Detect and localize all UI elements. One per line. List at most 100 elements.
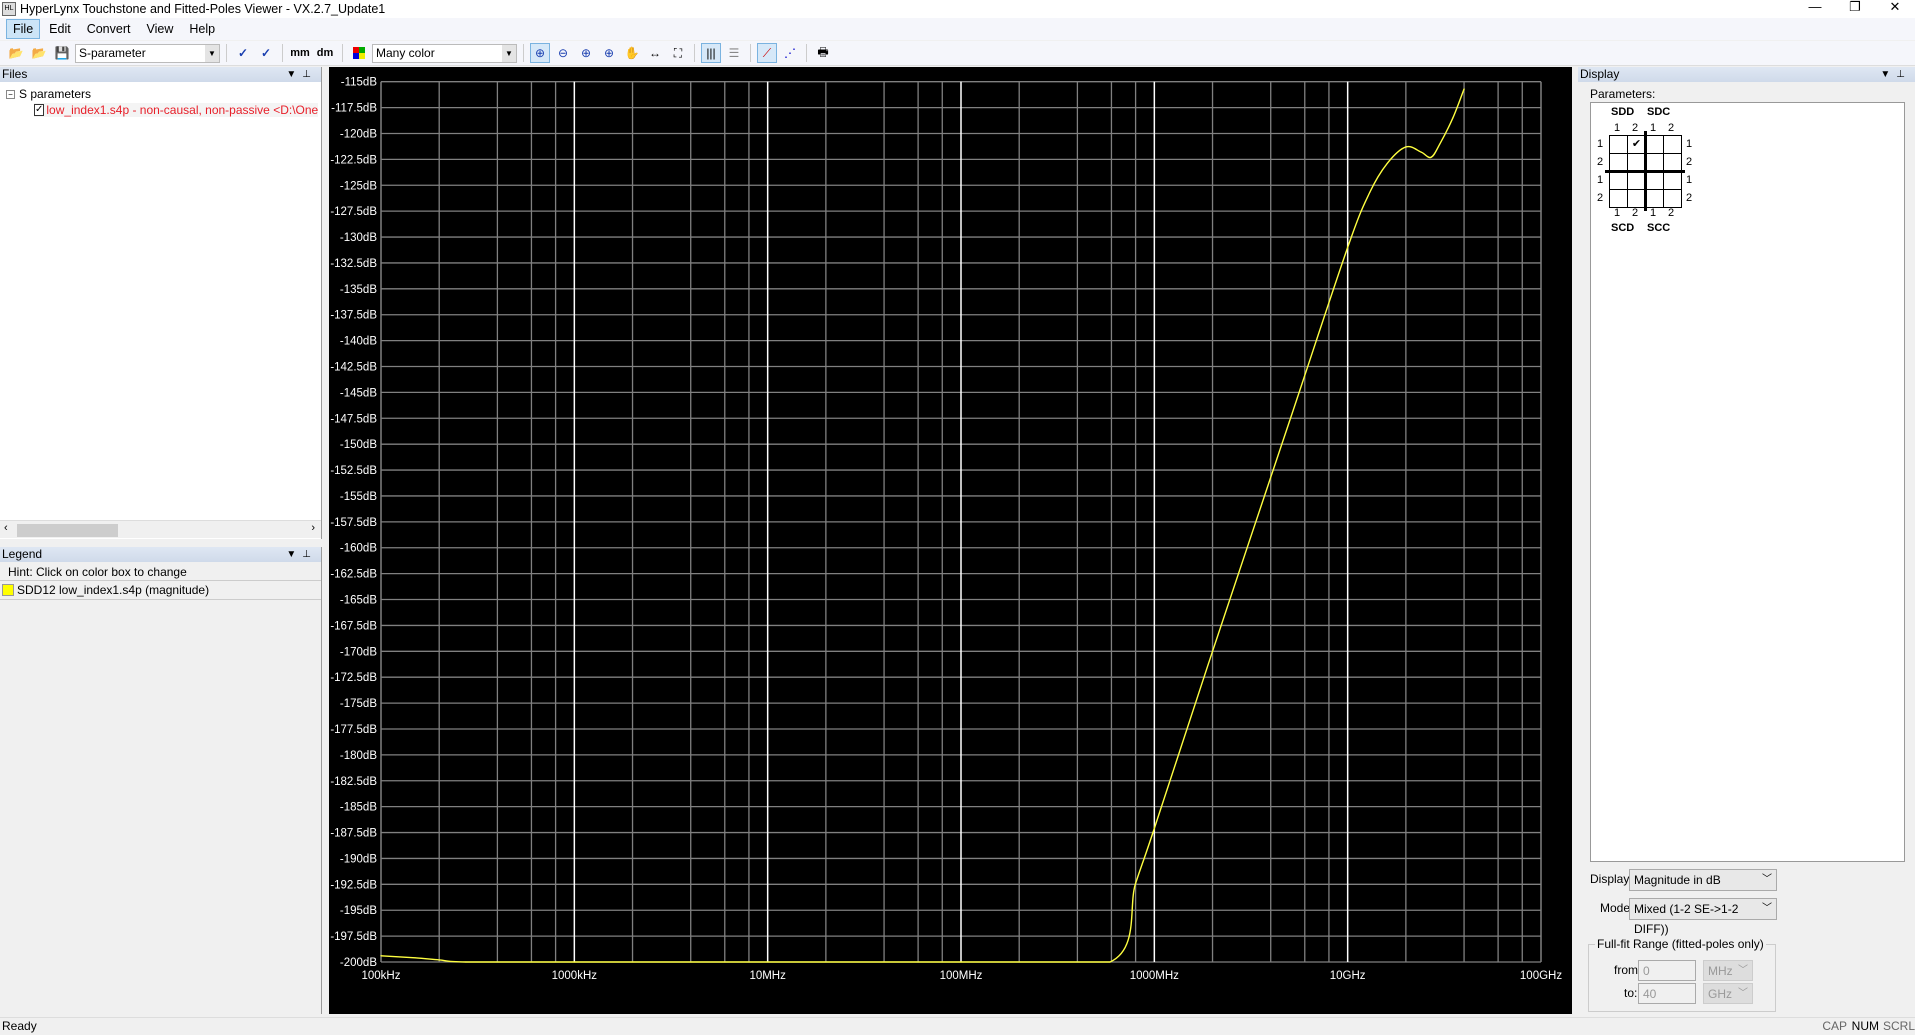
to-unit-select[interactable]: GHz ﹀ — [1703, 983, 1753, 1004]
mm-button[interactable]: mm — [289, 43, 311, 63]
minimize-button[interactable]: — — [1795, 0, 1835, 18]
zoom-in-icon[interactable]: ⊕ — [530, 43, 550, 63]
app-icon: HL — [2, 2, 16, 16]
menu-file[interactable]: File — [6, 19, 41, 39]
y-tick-label: -197.5dB — [330, 931, 377, 943]
num-indicator: NUM — [1851, 1019, 1879, 1033]
y-tick-label: -145dB — [340, 387, 377, 399]
files-title: Files — [2, 67, 28, 81]
x-tick-label: 1000kHz — [552, 970, 598, 982]
toolbar: 📂 📂 💾 S-parameter ▼ ✓ ✓ mm dm Many color ▼… — [0, 41, 1915, 66]
panel-menu-pin-icon[interactable]: ▼⊥ — [1880, 67, 1911, 82]
horizontal-scrollbar[interactable]: ‹ › — [0, 520, 321, 538]
menu-view[interactable]: View — [139, 19, 180, 39]
data-point — [438, 959, 440, 961]
print-icon[interactable]: 🖶 — [813, 43, 833, 63]
menu-help[interactable]: Help — [182, 19, 222, 39]
scrollbar-thumb[interactable] — [17, 524, 118, 537]
menu-convert[interactable]: Convert — [80, 19, 138, 39]
separator — [694, 44, 695, 62]
data-point — [1153, 827, 1155, 830]
port-row-label: 2 — [1597, 156, 1604, 168]
close-button[interactable]: ✕ — [1875, 0, 1915, 18]
to-unit-value: GHz — [1708, 987, 1732, 1001]
y-tick-label: -192.5dB — [330, 879, 377, 891]
chart-area[interactable]: -115dB -117.5dB -120dB -122.5dB -125dB -127.5… — [329, 67, 1572, 1014]
fit-horizontal-icon[interactable]: ↔ — [645, 43, 665, 63]
x-tick-label: 100kHz — [362, 970, 401, 982]
y-tick-label: -122.5dB — [330, 154, 377, 166]
from-input[interactable]: 0 — [1638, 960, 1696, 981]
legend-header: Legend ▼⊥ — [0, 547, 321, 562]
pan-hand-icon[interactable]: ✋ — [622, 43, 642, 63]
data-point — [414, 957, 416, 959]
y-tick-label: -132.5dB — [330, 258, 377, 270]
parameter-cell[interactable] — [1609, 135, 1628, 154]
collapse-icon[interactable]: − — [6, 89, 15, 99]
restore-button[interactable]: ❐ — [1835, 0, 1875, 18]
point-plot-icon[interactable]: ⋰ — [780, 43, 800, 63]
save-icon[interactable]: 💾 — [52, 43, 72, 63]
port-col-label: 1 — [1614, 122, 1621, 134]
parameter-cell[interactable] — [1609, 189, 1628, 208]
file-checkbox[interactable]: ✓ — [34, 104, 45, 116]
y-tick-label: -157.5dB — [330, 517, 377, 529]
parameter-cell[interactable] — [1645, 189, 1664, 208]
mode-select[interactable]: Mixed (1-2 SE->1-2 DIFF)) ﹀ — [1629, 898, 1777, 936]
plot-svg[interactable]: -115dB -117.5dB -120dB -122.5dB -125dB -127.5… — [329, 67, 1572, 1014]
y-tick-label: -172.5dB — [330, 672, 377, 684]
scrl-indicator: SCRL — [1882, 1019, 1915, 1033]
y-tick-label: -187.5dB — [330, 828, 377, 840]
parameter-cell[interactable] — [1609, 171, 1628, 190]
port-col-label: 2 — [1668, 122, 1675, 134]
display-select[interactable]: Magnitude in dB ﹀ — [1629, 869, 1777, 891]
parameter-cell[interactable] — [1663, 135, 1682, 154]
check-causality-icon[interactable]: ✓ — [256, 43, 276, 63]
color-mode-select[interactable]: Many color ▼ — [372, 43, 517, 63]
port-row-label: 2 — [1597, 192, 1604, 204]
zoom-y-icon[interactable]: ⊕ — [599, 43, 619, 63]
scd-label: SCD — [1611, 222, 1635, 234]
scroll-right-icon[interactable]: › — [311, 522, 315, 534]
tree-root[interactable]: − S parameters — [6, 87, 91, 101]
legend-color-box[interactable] — [2, 584, 14, 596]
full-fit-range-group: Full-fit Range (fitted-poles only) from:… — [1588, 937, 1776, 1012]
port-col-label: 2 — [1632, 207, 1639, 219]
file-type-select[interactable]: S-parameter ▼ — [75, 43, 220, 63]
panel-menu-pin-icon[interactable]: ▼⊥ — [286, 547, 317, 562]
zoom-out-icon[interactable]: ⊖ — [553, 43, 573, 63]
parameter-cell[interactable] — [1645, 171, 1664, 190]
x-tick-label: 100MHz — [940, 970, 983, 982]
horizontal-grid-icon[interactable]: ☰ — [724, 43, 744, 63]
data-point — [1463, 88, 1465, 90]
open-sparam-icon[interactable]: 📂 — [6, 43, 26, 63]
panel-menu-pin-icon[interactable]: ▼⊥ — [286, 67, 317, 82]
display-panel: Display ▼⊥ Parameters: SDD SDC SCD SCC 1 1 1 1 2 2… — [1578, 67, 1915, 1015]
display-title: Display — [1580, 67, 1620, 81]
title-bar: HL HyperLynx Touchstone and Fitted-Poles… — [0, 0, 1915, 18]
data-point — [1439, 143, 1441, 145]
check-passivity-icon[interactable]: ✓ — [233, 43, 253, 63]
menu-edit[interactable]: Edit — [42, 19, 78, 39]
line-plot-icon[interactable]: ⟋ — [757, 43, 777, 63]
color-palette-icon[interactable] — [349, 43, 369, 63]
zoom-x-icon[interactable]: ⊕ — [576, 43, 596, 63]
vertical-grid-icon[interactable]: ||| — [701, 43, 721, 63]
file-item[interactable]: ✓ low_index1.s4p - non-causal, non-passi… — [34, 103, 318, 117]
scroll-left-icon[interactable]: ‹ — [4, 522, 8, 534]
to-input[interactable]: 40 — [1638, 983, 1696, 1004]
y-tick-label: -167.5dB — [330, 620, 377, 632]
y-tick-label: -180dB — [340, 750, 377, 762]
data-point — [1347, 246, 1349, 249]
y-tick-label: -200dB — [340, 957, 377, 969]
window-title: HyperLynx Touchstone and Fitted-Poles Vi… — [20, 2, 386, 16]
y-tick-label: -185dB — [340, 802, 377, 814]
fit-all-icon[interactable]: ⛶ — [668, 43, 688, 63]
parameter-cell[interactable] — [1645, 135, 1664, 154]
port-row-label: 1 — [1597, 174, 1604, 186]
dm-button[interactable]: dm — [314, 43, 336, 63]
parameter-cell[interactable] — [1663, 189, 1682, 208]
from-unit-select[interactable]: MHz ﹀ — [1703, 960, 1753, 981]
open-poles-icon[interactable]: 📂 — [29, 43, 49, 63]
parameter-cell[interactable] — [1663, 171, 1682, 190]
